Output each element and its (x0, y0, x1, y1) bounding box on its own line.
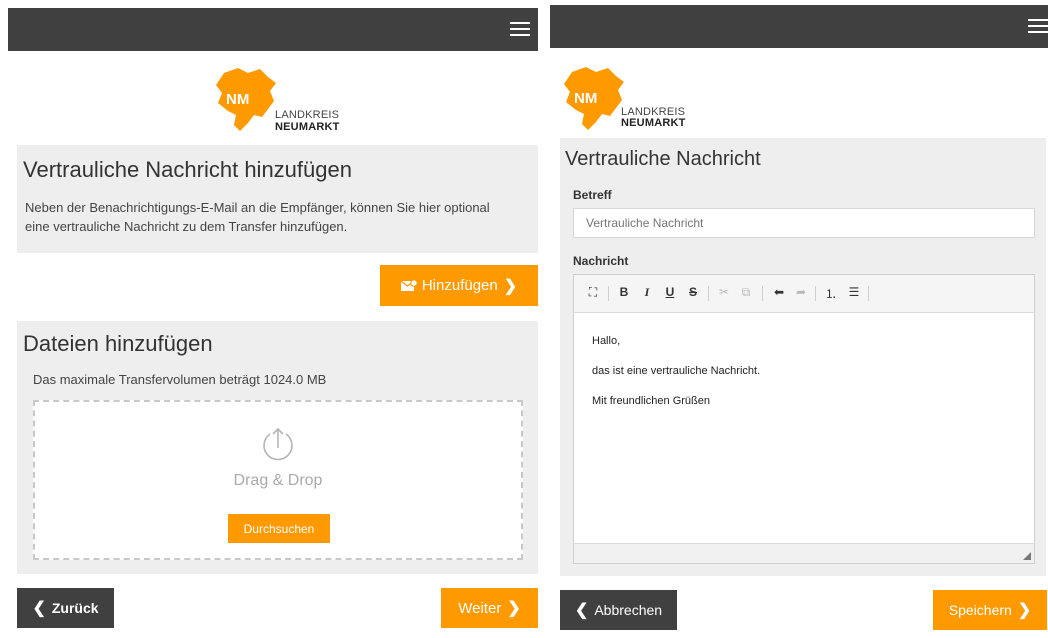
back-button[interactable]: ❮ Zurück (17, 588, 114, 628)
toolbar-separator (608, 286, 609, 301)
transfer-limit-text: Das maximale Transfervolumen beträgt 102… (33, 372, 327, 387)
editor-statusbar (574, 543, 1034, 563)
file-dropzone[interactable]: Drag & Drop Durchsuchen (33, 400, 523, 560)
next-button[interactable]: Weiter ❯ (441, 588, 538, 628)
message-line: das ist eine vertrauliche Nachricht. (592, 365, 761, 377)
chevron-right-icon: ❯ (503, 277, 518, 295)
save-button-label: Speichern (948, 602, 1012, 618)
landkreis-neumarkt-logo: NM LANDKREIS NEUMARKT (212, 65, 352, 135)
editor-toolbar: ⛶ B I U S ✂ ⧉ ⬅ ➦ ⒈ ☰ (574, 275, 1034, 313)
toolbar-separator (762, 286, 763, 301)
logo-abbreviation: NM (226, 91, 250, 108)
confidential-message-editor-panel: NM LANDKREIS NEUMARKT Vertrauliche Nachr… (550, 0, 1048, 638)
chevron-left-icon: ❮ (574, 602, 589, 619)
message-form: Vertrauliche Nachricht Betreff Nachricht… (560, 138, 1046, 576)
section-title: Vertrauliche Nachricht hinzufügen (23, 157, 352, 182)
add-message-button[interactable]: Hinzufügen ❯ (380, 265, 538, 306)
message-icon (400, 279, 418, 291)
chevron-right-icon: ❯ (507, 600, 521, 617)
toolbar-separator (868, 286, 869, 301)
top-navigation-bar (550, 5, 1048, 48)
strikethrough-icon[interactable]: S (686, 285, 700, 299)
top-navigation-bar (8, 8, 538, 51)
confidential-message-section: Vertrauliche Nachricht hinzufügen Neben … (17, 145, 538, 253)
numbered-list-icon[interactable]: ⒈ (824, 285, 838, 302)
logo-text-landkreis: LANDKREIS (275, 109, 340, 121)
message-textarea[interactable]: Hallo, das ist eine vertrauliche Nachric… (574, 313, 1034, 543)
cut-icon[interactable]: ✂ (717, 285, 731, 299)
menu-icon[interactable] (510, 22, 530, 36)
upload-panel: NM LANDKREIS NEUMARKT Vertrauliche Nachr… (0, 0, 546, 638)
maximize-icon[interactable]: ⛶ (586, 285, 600, 300)
rich-text-editor: ⛶ B I U S ✂ ⧉ ⬅ ➦ ⒈ ☰ Hallo, das ist ein… (573, 274, 1035, 564)
section-description-line1: Neben der Benachrichtigungs-E-Mail an di… (25, 200, 490, 215)
redo-icon[interactable]: ➦ (794, 285, 808, 299)
toolbar-separator (815, 286, 816, 301)
chevron-right-icon: ❯ (1017, 602, 1032, 619)
chevron-left-icon: ❮ (32, 600, 46, 617)
save-button[interactable]: Speichern ❯ (933, 590, 1047, 630)
toolbar-separator (708, 286, 709, 301)
italic-icon[interactable]: I (640, 285, 654, 300)
next-button-label: Weiter (458, 599, 502, 617)
form-title: Vertrauliche Nachricht (565, 148, 761, 170)
section-description-line2: eine vertrauliche Nachricht zu dem Trans… (25, 219, 348, 234)
drag-drop-label: Drag & Drop (233, 472, 323, 489)
logo-text-neumarkt: NEUMARKT (275, 121, 340, 133)
message-line: Mit freundlichen Grüßen (592, 395, 710, 407)
menu-icon[interactable] (1028, 19, 1048, 33)
copy-icon[interactable]: ⧉ (739, 285, 753, 300)
subject-label: Betreff (573, 188, 612, 202)
undo-icon[interactable]: ⬅ (772, 285, 786, 299)
browse-button[interactable]: Durchsuchen (228, 514, 330, 543)
add-message-button-label: Hinzufügen (421, 277, 498, 294)
subject-input[interactable] (573, 208, 1035, 238)
back-button-label: Zurück (51, 600, 99, 616)
section-title: Dateien hinzufügen (23, 331, 213, 356)
add-files-section: Dateien hinzufügen Das maximale Transfer… (17, 321, 538, 574)
resize-handle-icon[interactable] (1023, 552, 1031, 560)
cancel-button-label: Abbrechen (594, 602, 663, 618)
cancel-button[interactable]: ❮ Abbrechen (560, 590, 677, 630)
bullet-list-icon[interactable]: ☰ (847, 285, 861, 299)
upload-icon (263, 427, 293, 461)
logo-abbreviation: NM (574, 90, 598, 107)
message-line: Hallo, (592, 335, 621, 347)
bold-icon[interactable]: B (617, 285, 631, 299)
logo-text-neumarkt: NEUMARKT (621, 117, 686, 129)
message-label: Nachricht (573, 254, 629, 268)
underline-icon[interactable]: U (663, 285, 677, 299)
landkreis-neumarkt-logo: NM LANDKREIS NEUMARKT (560, 64, 700, 134)
